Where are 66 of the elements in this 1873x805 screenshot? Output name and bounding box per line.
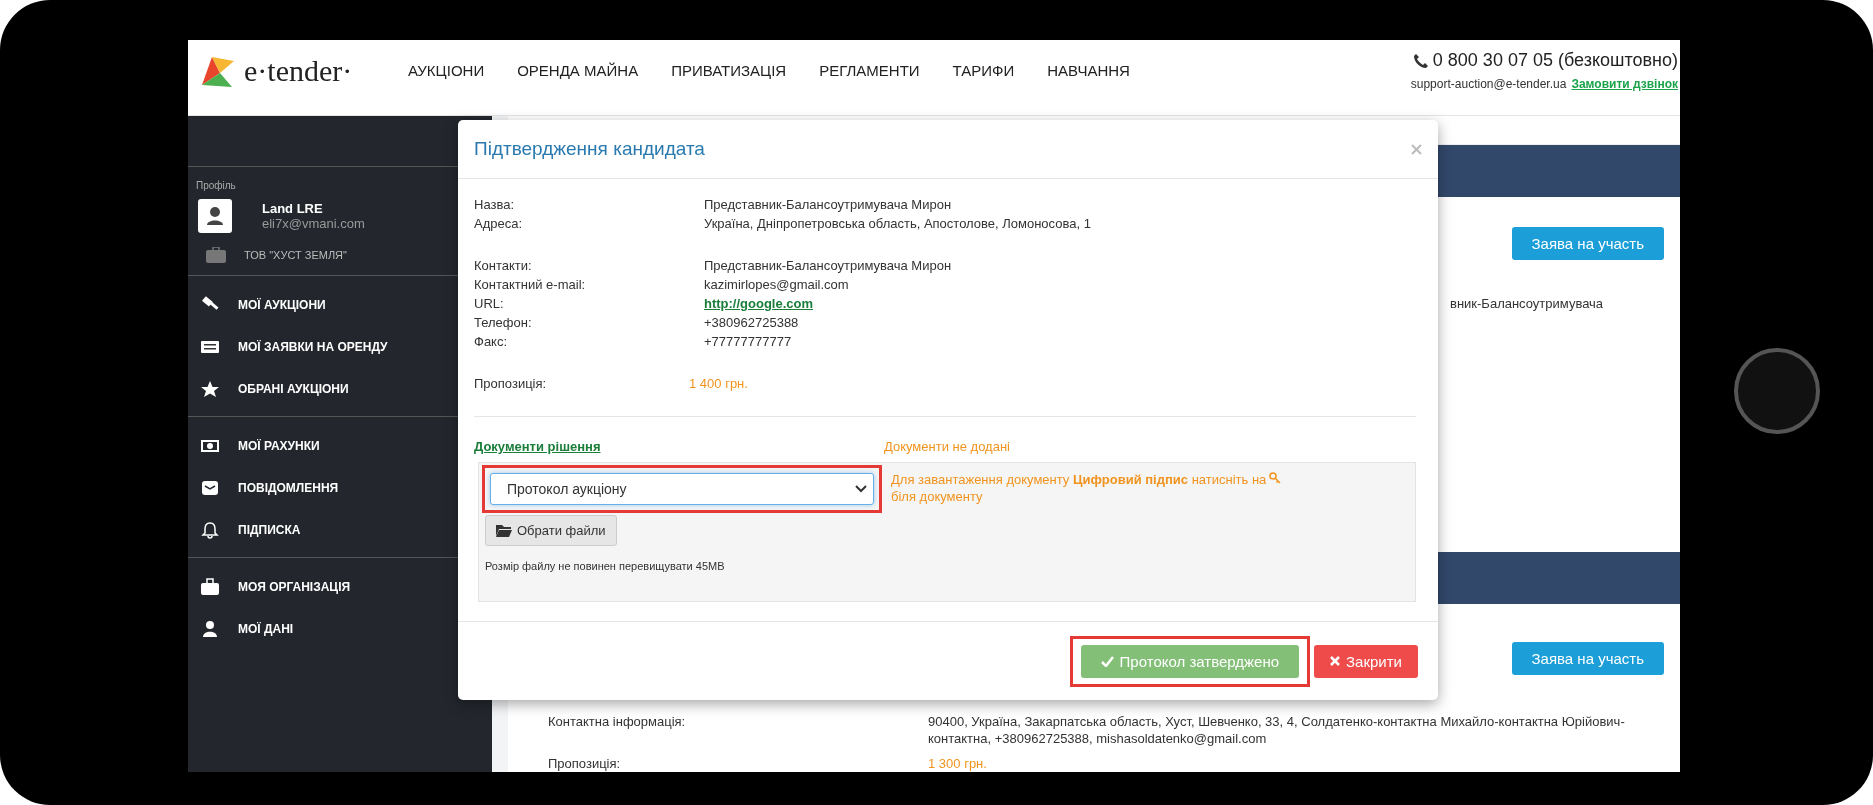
offer-label: Пропозиція: (548, 755, 622, 772)
signature-hint: Для завантаження документу Цифровий підпис натисніть на біля документу (891, 471, 1405, 505)
avatar-icon (198, 199, 232, 233)
chevron-down-icon (855, 485, 867, 493)
check-icon (1100, 655, 1114, 667)
field-label: Назва: (474, 196, 515, 214)
contact-label: Контактна інформація: (548, 713, 687, 731)
close-icon (1330, 656, 1341, 666)
field-label: Контакти: (474, 257, 532, 275)
nav-link[interactable]: НАВЧАННЯ (1047, 62, 1130, 79)
briefcase-icon (206, 247, 226, 263)
offer-value: 1 400 грн. (689, 375, 748, 393)
field-label: URL: (474, 295, 504, 313)
field-label: Адреса: (474, 215, 523, 233)
organization-name: ТОВ "ХУСТ ЗЕМЛЯ" (244, 249, 347, 261)
field-value: +380962725388 (704, 314, 799, 332)
star-icon (200, 380, 220, 398)
sidebar-item[interactable]: МОЇ ЗАЯВКИ НА ОРЕНДУ (188, 326, 388, 368)
field-value: Представник-Балансоутримувача Мирон (704, 196, 952, 214)
sidebar-item[interactable]: ПОВІДОМЛЕННЯ (188, 467, 339, 509)
money-icon (200, 437, 220, 455)
modal-title: Підтвердження кандидата (474, 138, 705, 160)
field-label: Контактний e-mail: (474, 276, 586, 294)
close-icon[interactable] (1411, 143, 1422, 155)
document-type-select[interactable]: Протокол аукціону (490, 473, 874, 505)
field-label: Пропозиція: (474, 375, 547, 393)
profile-label: Профіль (196, 180, 236, 191)
key-icon (1269, 472, 1282, 484)
choose-files-button[interactable]: Обрати файли (485, 515, 617, 546)
phone-icon (1412, 52, 1429, 69)
documents-heading[interactable]: Документи рішення (474, 439, 884, 454)
field-value: Україна, Дніпропетровська область, Апостолове, Ломоносова, 1 (704, 215, 1091, 233)
file-size-note: Розмір файлу не повинен перевищувати 45MB (485, 560, 725, 572)
field-value: kazimirlopes@gmail.com (704, 276, 849, 294)
nav-link[interactable]: ПРИВАТИЗАЦІЯ (671, 62, 787, 79)
sidebar-item[interactable]: МОЇ РАХУНКИ (188, 425, 320, 467)
user-name: Land LRE (262, 201, 324, 216)
documents-status: Документи не додані (884, 439, 1010, 454)
field-value: Представник-Балансоутримувача Мирон (704, 257, 952, 275)
mail-icon (200, 479, 220, 497)
bell-icon (200, 521, 220, 539)
url-link[interactable]: http://google.com (704, 294, 814, 313)
nav-link[interactable]: АУКЦІОНИ (408, 62, 485, 79)
sidebar-item[interactable]: МОЇ АУКЦІОНИ (188, 284, 326, 326)
field-label: Телефон: (474, 314, 532, 332)
card-icon (200, 338, 220, 356)
case-icon (200, 578, 220, 596)
folder-icon (496, 524, 512, 537)
sidebar-item[interactable]: МОЯ ОРГАНІЗАЦІЯ (188, 566, 351, 608)
sidebar-item[interactable]: ПІДПИСКА (188, 509, 301, 551)
sidebar-item[interactable]: ОБРАНІ АУКЦІОНИ (188, 368, 349, 410)
nav-link[interactable]: ОРЕНДА МАЙНА (517, 62, 639, 79)
user-icon (200, 620, 220, 638)
field-value: +77777777777 (704, 333, 792, 351)
nav-link[interactable]: ТАРИФИ (952, 62, 1015, 79)
close-button[interactable]: Закрити (1314, 644, 1418, 678)
field-label: Факс: (474, 333, 508, 351)
phone-number: 0 800 30 07 05 (безкоштовно) (1432, 50, 1678, 71)
logo-text: e·tender· (244, 53, 353, 88)
background-text: вник-Балансоутримувача (1450, 296, 1604, 311)
user-email: eli7x@vmani.com (262, 216, 365, 231)
offer-value: 1 300 грн. (928, 755, 988, 772)
contact-value: 90400, Україна, Закарпатська область, Хуст, Шевченко, 33, 4, Солдатенко-контактна Михайло-контактна Юрійович-контактна, +380962725388, mishasoldatenko@gmail.com (928, 713, 1626, 747)
support-email: support-auction@e-tender.ua (1410, 77, 1567, 91)
nav-link[interactable]: РЕГЛАМЕНТИ (819, 62, 920, 79)
sidebar-item[interactable]: МОЇ ДАНІ (188, 608, 294, 650)
